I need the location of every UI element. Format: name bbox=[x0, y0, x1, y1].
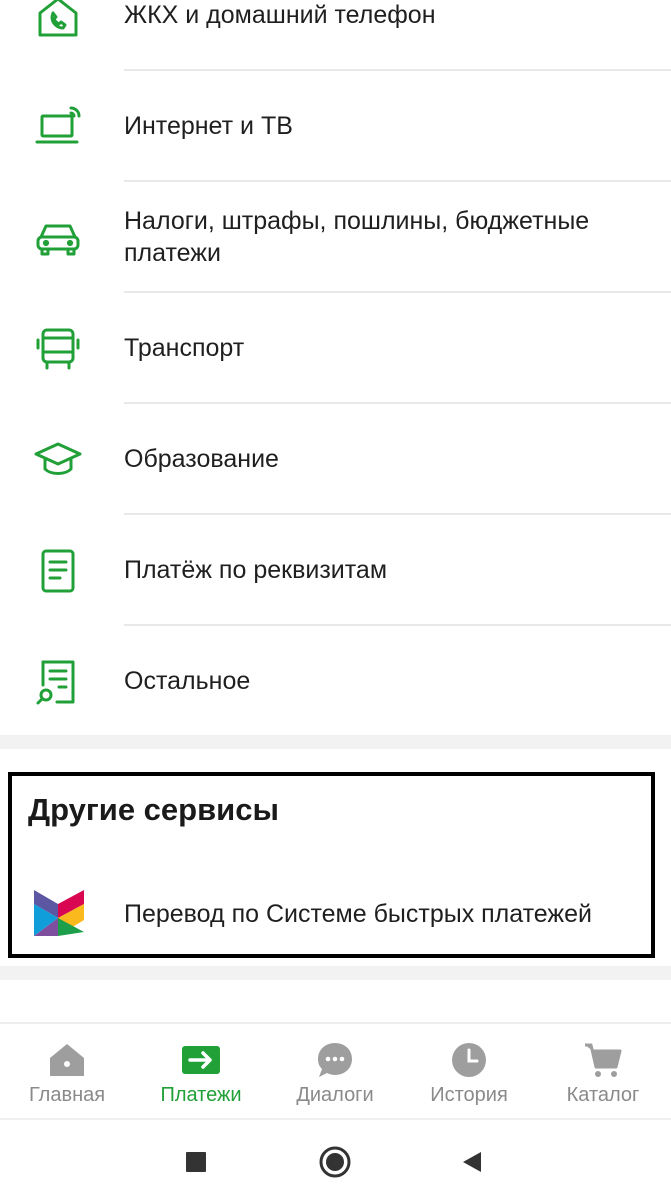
house-phone-icon bbox=[30, 0, 86, 44]
category-requisites-payment[interactable]: Платёж по реквизитам bbox=[0, 515, 671, 626]
nav-label: Каталог bbox=[566, 1084, 640, 1106]
nav-label: Диалоги bbox=[296, 1084, 374, 1106]
nav-label: Платежи bbox=[160, 1084, 242, 1106]
nav-label: История bbox=[430, 1084, 508, 1106]
home-icon bbox=[50, 1044, 84, 1076]
system-navigation-bar bbox=[0, 1118, 671, 1200]
category-transport[interactable]: Транспорт bbox=[0, 293, 671, 404]
other-services-section: Другие сервисы Перевод по Системе быстры… bbox=[8, 772, 655, 958]
category-other[interactable]: Остальное bbox=[0, 626, 671, 737]
document-icon bbox=[30, 543, 86, 599]
payments-arrow-icon bbox=[182, 1046, 220, 1074]
nav-label: Главная bbox=[28, 1084, 106, 1106]
category-label: Налоги, штрафы, пошлины, бюджетные плате… bbox=[124, 207, 590, 267]
document-search-icon bbox=[30, 654, 86, 710]
bus-icon bbox=[30, 321, 86, 377]
graduation-cap-icon bbox=[30, 432, 86, 488]
category-label: Образование bbox=[124, 445, 279, 473]
nav-tab-payments[interactable]: Платежи bbox=[134, 1024, 268, 1120]
category-label: Платёж по реквизитам bbox=[124, 556, 388, 584]
clock-icon bbox=[452, 1043, 486, 1077]
nav-tab-history[interactable]: История bbox=[402, 1024, 536, 1120]
bottom-navigation: Главная Платежи Диалоги История Каталог bbox=[0, 1022, 671, 1118]
recent-apps-icon bbox=[186, 1152, 206, 1172]
category-label: ЖКХ и домашний телефон bbox=[124, 1, 436, 29]
section-separator bbox=[0, 735, 671, 749]
back-system-button[interactable] bbox=[452, 1142, 492, 1182]
category-utilities[interactable]: ЖКХ и домашний телефон bbox=[0, 0, 671, 71]
category-label: Остальное bbox=[124, 667, 251, 695]
chat-bubble-icon bbox=[318, 1043, 352, 1077]
laptop-wifi-icon bbox=[30, 99, 86, 155]
nav-tab-dialogs[interactable]: Диалоги bbox=[268, 1024, 402, 1120]
category-education[interactable]: Образование bbox=[0, 404, 671, 515]
category-label: Интернет и ТВ bbox=[124, 112, 293, 140]
back-triangle-icon bbox=[463, 1152, 481, 1172]
home-system-button[interactable] bbox=[315, 1142, 355, 1182]
recent-apps-button[interactable] bbox=[176, 1142, 216, 1182]
sbp-logo-icon bbox=[34, 890, 84, 936]
section-title: Другие сервисы bbox=[28, 792, 279, 827]
nav-tab-home[interactable]: Главная bbox=[0, 1024, 134, 1120]
category-internet-tv[interactable]: Интернет и ТВ bbox=[0, 71, 671, 182]
nav-tab-catalog[interactable]: Каталог bbox=[536, 1024, 670, 1120]
sbp-transfer-link[interactable]: Перевод по Системе быстрых платежей bbox=[124, 900, 592, 929]
category-label: Транспорт bbox=[124, 334, 245, 362]
category-taxes-fines[interactable]: Налоги, штрафы, пошлины, бюджетные плате… bbox=[0, 182, 671, 293]
car-icon bbox=[30, 210, 86, 266]
cart-icon bbox=[585, 1043, 622, 1077]
section-separator bbox=[0, 966, 671, 980]
home-circle-icon bbox=[319, 1146, 351, 1178]
